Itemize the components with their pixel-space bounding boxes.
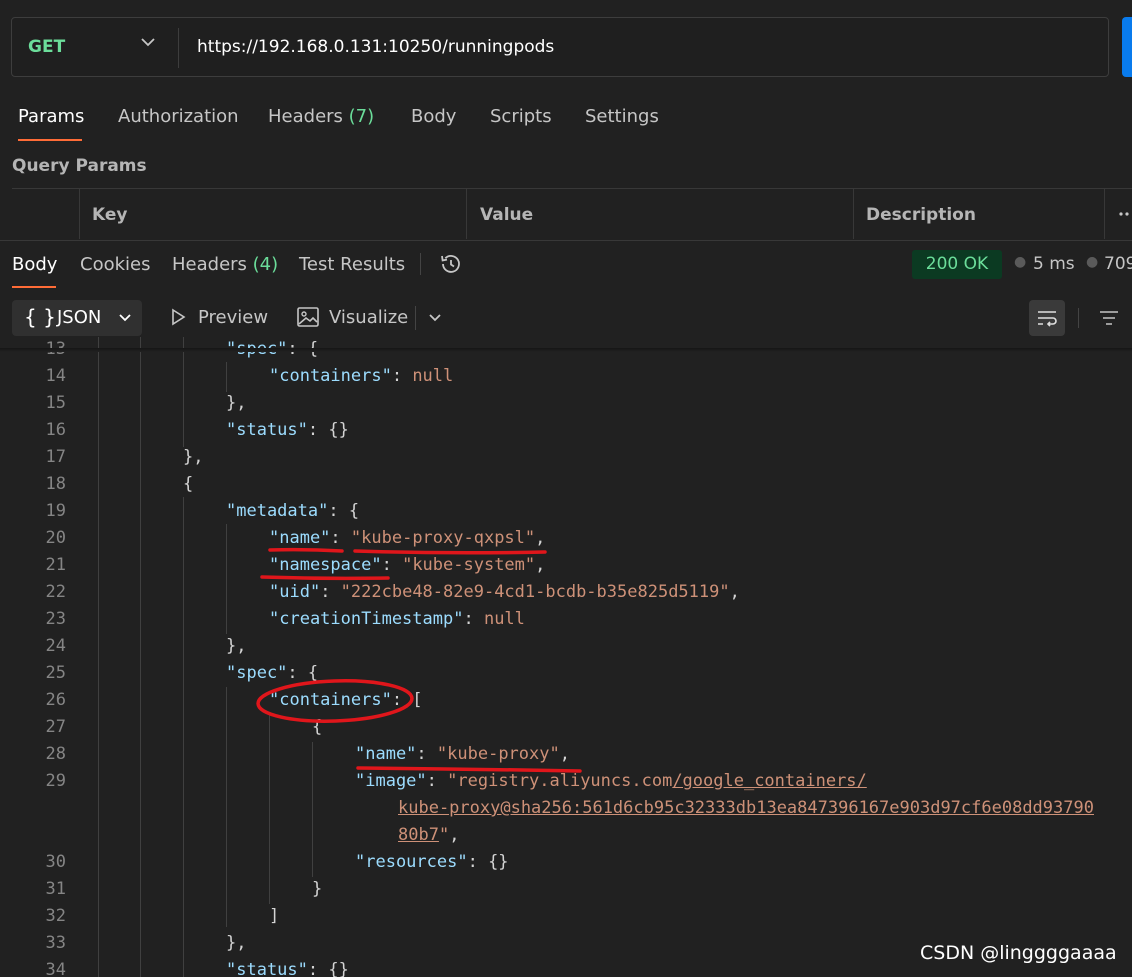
response-time[interactable]: 5 ms	[1033, 254, 1075, 274]
preview-button[interactable]: Preview	[198, 307, 268, 328]
annotation-layer	[256, 547, 582, 773]
response-tab-test-results[interactable]: Test Results	[299, 254, 405, 275]
more-icon[interactable]	[1118, 210, 1132, 218]
url-input[interactable]: https://192.168.0.131:10250/runningpods	[197, 37, 554, 57]
image-icon[interactable]	[296, 305, 320, 329]
visualize-button[interactable]: Visualize	[329, 307, 408, 328]
tabs-divider	[420, 253, 421, 275]
wrap-lines-button[interactable]	[1029, 300, 1065, 336]
response-divider	[0, 240, 1132, 241]
tab-scripts[interactable]: Scripts	[490, 106, 552, 127]
response-tab-cookies[interactable]: Cookies	[80, 254, 150, 275]
params-col-divider	[466, 189, 467, 239]
params-col-divider	[1104, 189, 1105, 239]
chevron-down-icon[interactable]	[426, 308, 444, 326]
url-bar: GET https://192.168.0.131:10250/runningp…	[11, 17, 1109, 77]
annotation-circle	[256, 679, 414, 723]
params-header-description: Description	[866, 205, 976, 225]
tab-params[interactable]: Params	[18, 106, 84, 127]
tab-authorization[interactable]: Authorization	[118, 106, 239, 127]
url-divider	[178, 28, 179, 68]
watermark: CSDN @linggggaaaa	[920, 942, 1117, 964]
toolbar-divider	[415, 306, 416, 330]
meta-separator-dot: ●	[1086, 254, 1099, 270]
toolbar-divider	[1078, 308, 1079, 328]
annotation-underline	[268, 547, 344, 553]
params-header-key: Key	[92, 205, 128, 225]
tab-headers[interactable]: Headers (7)	[268, 106, 374, 127]
status-badge[interactable]: 200 OK	[912, 250, 1002, 279]
method-select[interactable]: GET	[28, 37, 65, 57]
chevron-down-icon	[119, 314, 131, 322]
params-col-divider	[853, 189, 854, 239]
active-tab-indicator	[18, 139, 82, 141]
play-icon[interactable]	[168, 307, 188, 327]
toolbar-shadow	[0, 348, 1132, 352]
filter-icon[interactable]	[1097, 306, 1121, 330]
send-button[interactable]	[1122, 17, 1132, 77]
annotation-underline	[260, 575, 390, 581]
response-tab-headers-count: (4)	[252, 254, 279, 275]
wrap-lines-icon	[1038, 311, 1057, 327]
params-header-value: Value	[480, 205, 534, 225]
active-tab-indicator	[12, 286, 56, 288]
annotation-underline	[356, 766, 582, 773]
response-tab-body[interactable]: Body	[12, 254, 57, 275]
query-params-title: Query Params	[12, 156, 147, 176]
braces-icon: { }	[24, 305, 56, 329]
params-col-divider	[79, 189, 80, 239]
response-tab-headers-label: Headers	[172, 254, 247, 275]
tab-headers-label: Headers	[268, 106, 343, 127]
tab-body[interactable]: Body	[411, 106, 456, 127]
chevron-down-icon[interactable]	[138, 32, 158, 52]
tab-headers-count: (7)	[348, 106, 375, 127]
meta-separator-dot: ●	[1014, 254, 1027, 270]
history-icon[interactable]	[439, 252, 463, 276]
response-body-viewer[interactable]: 13 14 15 16 17 18 19 20 21 22 23 24 25 2…	[0, 337, 1132, 977]
annotation-underline	[353, 549, 547, 555]
response-tab-headers[interactable]: Headers (4)	[172, 254, 278, 275]
response-size[interactable]: 709	[1104, 254, 1132, 274]
tab-settings[interactable]: Settings	[585, 106, 659, 127]
format-select-label: JSON	[57, 307, 102, 328]
